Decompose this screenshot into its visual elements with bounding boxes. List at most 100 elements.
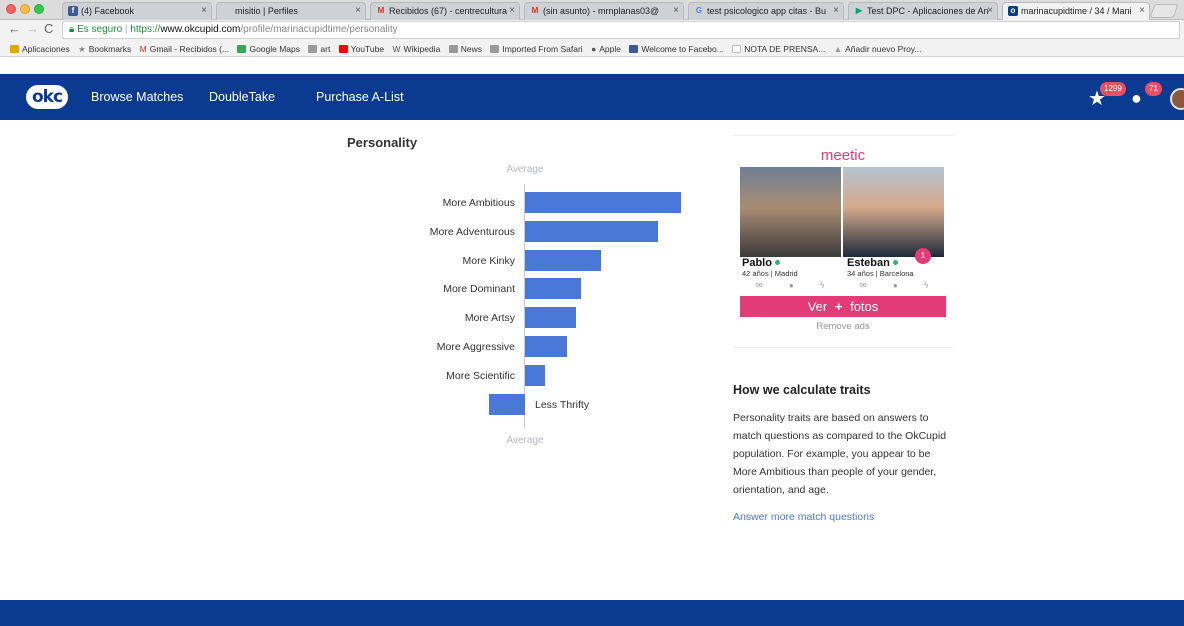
bookmark-item[interactable]: ▲ Añadir nuevo Proy... xyxy=(834,41,922,57)
answer-more-questions-link[interactable]: Answer more match questions xyxy=(733,511,874,523)
url-scheme: https:// xyxy=(130,24,161,35)
bookmark-item[interactable]: YouTube xyxy=(338,41,385,57)
chat-bubble-icon: 1 xyxy=(915,248,931,264)
back-icon[interactable]: ← xyxy=(8,21,21,36)
nav-purchase-a-list[interactable]: Purchase A-List xyxy=(316,90,404,104)
folder-icon xyxy=(490,45,500,53)
ad-divider-top xyxy=(733,135,953,136)
browser-tab[interactable]: f (4) Facebook × xyxy=(62,2,212,20)
bookmark-label: Google Maps xyxy=(249,44,301,54)
bookmark-item[interactable]: ★ Bookmarks xyxy=(78,41,131,57)
tab-title: misitio | Perfiles xyxy=(235,6,298,16)
info-title: How we calculate traits xyxy=(733,383,871,397)
chat-count: 1 xyxy=(920,251,926,260)
bookmark-label: Gmail - Recibidos (... xyxy=(149,44,230,54)
browser-tab[interactable]: misitio | Perfiles × xyxy=(216,2,366,20)
chart-bar xyxy=(525,249,602,271)
ad-divider-bottom xyxy=(733,347,953,348)
ad-action-icons: ✉ ● ϟ xyxy=(860,281,941,290)
drive-icon: ▲ xyxy=(833,44,843,54)
bookmark-item[interactable]: NOTA DE PRENSA... xyxy=(732,41,825,57)
bookmark-label: YouTube xyxy=(350,44,385,54)
site-header: okc Browse Matches DoubleTake Purchase A… xyxy=(0,74,1184,120)
close-tab-icon[interactable]: × xyxy=(833,3,839,19)
ad-person-meta: 34 años | Barcelona xyxy=(847,269,914,278)
close-tab-icon[interactable]: × xyxy=(673,3,679,19)
bookmark-label: Imported From Safari xyxy=(502,44,583,54)
bookmark-item[interactable]: Welcome to Facebo... xyxy=(629,41,724,57)
tab-title: Recibidos (67) - centrecultura xyxy=(389,6,508,16)
bookmark-item[interactable]: art xyxy=(308,41,330,57)
minimize-window-icon[interactable] xyxy=(20,4,30,14)
bookmarks-bar: Aplicaciones ★ Bookmarks M Gmail - Recibid… xyxy=(0,41,1184,57)
facebook-icon xyxy=(629,45,639,53)
browser-tab[interactable]: M (sin asunto) - mrnplanas03@ × xyxy=(524,2,684,20)
chart-bar xyxy=(489,393,525,415)
bookmark-label: Bookmarks xyxy=(88,44,132,54)
trait-label: More Artsy xyxy=(464,312,515,325)
browser-tab[interactable]: M Recibidos (67) - centrecultura × xyxy=(370,2,520,20)
chart-bar xyxy=(525,364,546,386)
close-tab-icon[interactable]: × xyxy=(201,3,207,19)
okc-icon: o xyxy=(1008,6,1018,16)
bookmark-item[interactable]: M Gmail - Recibidos (... xyxy=(140,41,229,57)
tab-title: (4) Facebook xyxy=(81,6,135,16)
wikipedia-icon: W xyxy=(392,44,401,54)
maximize-window-icon[interactable] xyxy=(34,4,44,14)
bookmark-item[interactable]: News xyxy=(448,41,482,57)
messages-icon[interactable]: ● xyxy=(1131,88,1142,109)
close-window-icon[interactable] xyxy=(6,4,16,14)
avatar[interactable] xyxy=(1170,88,1184,110)
bookmark-item[interactable]: W Wikipedia xyxy=(392,41,440,57)
play-icon: ▶ xyxy=(855,6,863,15)
trait-label: More Scientific xyxy=(446,369,515,382)
browser-tab[interactable]: ▶ Test DPC - Aplicaciones de An × xyxy=(848,2,998,20)
trait-label: Less Thrifty xyxy=(535,398,590,411)
url-host: www.okcupid.com xyxy=(160,24,241,35)
average-label-top: Average xyxy=(506,164,544,175)
browser-tab[interactable]: G test psicologico app citas - Bu × xyxy=(688,2,844,20)
close-tab-icon[interactable]: × xyxy=(987,3,993,19)
bookmark-item[interactable]: Imported From Safari xyxy=(490,41,583,57)
lock-icon: 🔒︎ xyxy=(69,24,75,35)
browser-tab-strip: f (4) Facebook × misitio | Perfiles × M … xyxy=(0,0,1184,20)
apps-icon xyxy=(10,45,19,53)
bookmark-label: NOTA DE PRENSA... xyxy=(744,44,826,54)
footer-bar xyxy=(0,600,1184,626)
bookmark-label: Añadir nuevo Proy... xyxy=(845,44,922,54)
ad-cta-button[interactable]: Ver + fotos xyxy=(740,296,946,317)
bookmark-label: Wikipedia xyxy=(403,44,441,54)
tab-title: Test DPC - Aplicaciones de An xyxy=(867,6,989,16)
reload-icon[interactable]: C xyxy=(44,21,53,36)
bookmark-label: art xyxy=(320,44,331,54)
url-input[interactable]: 🔒︎ Es seguro | https://www.okcupid.com/p… xyxy=(62,21,1180,39)
forward-icon[interactable]: → xyxy=(26,21,39,36)
bookmark-label: Welcome to Facebo... xyxy=(641,44,724,54)
close-tab-icon[interactable]: × xyxy=(509,3,515,19)
remove-ads-link[interactable]: Remove ads xyxy=(740,321,946,332)
nav-browse-matches[interactable]: Browse Matches xyxy=(91,90,183,104)
tab-title: (sin asunto) - mrnplanas03@ xyxy=(543,6,660,16)
bookmark-label: Apple xyxy=(599,44,621,54)
new-tab-button[interactable] xyxy=(1149,4,1179,18)
chart-bar xyxy=(525,220,658,242)
trait-label: More Ambitious xyxy=(442,197,515,209)
google-icon: G xyxy=(695,6,703,15)
document-icon xyxy=(732,45,742,53)
close-tab-icon[interactable]: × xyxy=(1139,3,1145,19)
folder-icon xyxy=(308,45,318,53)
bookmark-item[interactable]: Aplicaciones xyxy=(10,41,70,57)
close-tab-icon[interactable]: × xyxy=(355,3,361,19)
gmail-icon: M xyxy=(531,6,539,15)
bookmark-item[interactable]: ● Apple xyxy=(591,41,621,57)
nav-doubletake[interactable]: DoubleTake xyxy=(209,90,275,104)
browser-tab-active[interactable]: o marinacupidtime / 34 / Mani × xyxy=(1002,2,1150,20)
ad-photo-pablo xyxy=(740,167,841,257)
okc-logo[interactable]: okc xyxy=(26,85,68,109)
url-path: /profile/marinacupidtime/personality xyxy=(240,24,398,35)
bookmark-item[interactable]: Google Maps xyxy=(237,41,300,57)
info-body: Personality traits are based on answers … xyxy=(733,412,947,496)
facebook-icon: f xyxy=(68,6,78,16)
chart-bar xyxy=(525,192,681,213)
meetic-ad[interactable]: meetic Pablo 42 años | Madrid Esteban 34… xyxy=(740,145,946,317)
